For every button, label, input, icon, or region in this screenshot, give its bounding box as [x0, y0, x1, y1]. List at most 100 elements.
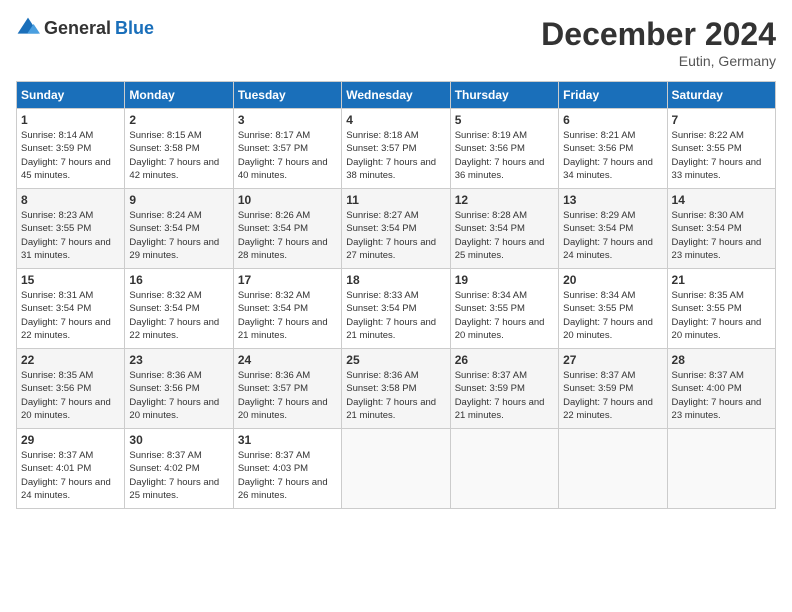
empty-cell [342, 429, 450, 509]
day-cell-9: 9 Sunrise: 8:24 AMSunset: 3:54 PMDayligh… [125, 189, 233, 269]
day-cell-14: 14 Sunrise: 8:30 AMSunset: 3:54 PMDaylig… [667, 189, 775, 269]
day-cell-25: 25 Sunrise: 8:36 AMSunset: 3:58 PMDaylig… [342, 349, 450, 429]
day-cell-19: 19 Sunrise: 8:34 AMSunset: 3:55 PMDaylig… [450, 269, 558, 349]
day-number: 24 [238, 353, 337, 367]
day-number: 10 [238, 193, 337, 207]
header-sunday: Sunday [17, 82, 125, 109]
day-info: Sunrise: 8:28 AMSunset: 3:54 PMDaylight:… [455, 210, 545, 261]
day-cell-2: 2 Sunrise: 8:15 AMSunset: 3:58 PMDayligh… [125, 109, 233, 189]
day-cell-6: 6 Sunrise: 8:21 AMSunset: 3:56 PMDayligh… [559, 109, 667, 189]
day-number: 23 [129, 353, 228, 367]
day-cell-8: 8 Sunrise: 8:23 AMSunset: 3:55 PMDayligh… [17, 189, 125, 269]
day-number: 2 [129, 113, 228, 127]
empty-cell [450, 429, 558, 509]
day-info: Sunrise: 8:27 AMSunset: 3:54 PMDaylight:… [346, 210, 436, 261]
page-header: GeneralBlue December 2024 Eutin, Germany [16, 16, 776, 69]
day-number: 28 [672, 353, 771, 367]
day-info: Sunrise: 8:32 AMSunset: 3:54 PMDaylight:… [129, 290, 219, 341]
day-number: 14 [672, 193, 771, 207]
day-number: 31 [238, 433, 337, 447]
empty-cell [667, 429, 775, 509]
day-number: 12 [455, 193, 554, 207]
calendar-row-2: 8 Sunrise: 8:23 AMSunset: 3:55 PMDayligh… [17, 189, 776, 269]
day-number: 5 [455, 113, 554, 127]
day-info: Sunrise: 8:18 AMSunset: 3:57 PMDaylight:… [346, 130, 436, 181]
header-monday: Monday [125, 82, 233, 109]
logo-icon [16, 16, 40, 40]
calendar-header-row: Sunday Monday Tuesday Wednesday Thursday… [17, 82, 776, 109]
day-info: Sunrise: 8:36 AMSunset: 3:57 PMDaylight:… [238, 370, 328, 421]
day-cell-21: 21 Sunrise: 8:35 AMSunset: 3:55 PMDaylig… [667, 269, 775, 349]
calendar: Sunday Monday Tuesday Wednesday Thursday… [16, 81, 776, 509]
day-number: 20 [563, 273, 662, 287]
header-saturday: Saturday [667, 82, 775, 109]
day-info: Sunrise: 8:34 AMSunset: 3:55 PMDaylight:… [455, 290, 545, 341]
day-info: Sunrise: 8:30 AMSunset: 3:54 PMDaylight:… [672, 210, 762, 261]
day-number: 4 [346, 113, 445, 127]
day-number: 7 [672, 113, 771, 127]
day-number: 13 [563, 193, 662, 207]
day-cell-3: 3 Sunrise: 8:17 AMSunset: 3:57 PMDayligh… [233, 109, 341, 189]
day-cell-28: 28 Sunrise: 8:37 AMSunset: 4:00 PMDaylig… [667, 349, 775, 429]
day-cell-29: 29 Sunrise: 8:37 AMSunset: 4:01 PMDaylig… [17, 429, 125, 509]
day-number: 29 [21, 433, 120, 447]
day-info: Sunrise: 8:37 AMSunset: 3:59 PMDaylight:… [563, 370, 653, 421]
day-number: 9 [129, 193, 228, 207]
day-cell-12: 12 Sunrise: 8:28 AMSunset: 3:54 PMDaylig… [450, 189, 558, 269]
day-cell-13: 13 Sunrise: 8:29 AMSunset: 3:54 PMDaylig… [559, 189, 667, 269]
day-number: 1 [21, 113, 120, 127]
day-cell-23: 23 Sunrise: 8:36 AMSunset: 3:56 PMDaylig… [125, 349, 233, 429]
day-number: 21 [672, 273, 771, 287]
day-cell-11: 11 Sunrise: 8:27 AMSunset: 3:54 PMDaylig… [342, 189, 450, 269]
day-info: Sunrise: 8:22 AMSunset: 3:55 PMDaylight:… [672, 130, 762, 181]
calendar-row-1: 1 Sunrise: 8:14 AMSunset: 3:59 PMDayligh… [17, 109, 776, 189]
day-info: Sunrise: 8:19 AMSunset: 3:56 PMDaylight:… [455, 130, 545, 181]
day-cell-24: 24 Sunrise: 8:36 AMSunset: 3:57 PMDaylig… [233, 349, 341, 429]
day-cell-22: 22 Sunrise: 8:35 AMSunset: 3:56 PMDaylig… [17, 349, 125, 429]
day-cell-26: 26 Sunrise: 8:37 AMSunset: 3:59 PMDaylig… [450, 349, 558, 429]
day-info: Sunrise: 8:23 AMSunset: 3:55 PMDaylight:… [21, 210, 111, 261]
day-number: 6 [563, 113, 662, 127]
day-info: Sunrise: 8:37 AMSunset: 4:00 PMDaylight:… [672, 370, 762, 421]
header-tuesday: Tuesday [233, 82, 341, 109]
day-cell-18: 18 Sunrise: 8:33 AMSunset: 3:54 PMDaylig… [342, 269, 450, 349]
header-thursday: Thursday [450, 82, 558, 109]
day-number: 17 [238, 273, 337, 287]
day-cell-1: 1 Sunrise: 8:14 AMSunset: 3:59 PMDayligh… [17, 109, 125, 189]
day-info: Sunrise: 8:26 AMSunset: 3:54 PMDaylight:… [238, 210, 328, 261]
day-info: Sunrise: 8:33 AMSunset: 3:54 PMDaylight:… [346, 290, 436, 341]
day-number: 18 [346, 273, 445, 287]
calendar-row-3: 15 Sunrise: 8:31 AMSunset: 3:54 PMDaylig… [17, 269, 776, 349]
day-cell-16: 16 Sunrise: 8:32 AMSunset: 3:54 PMDaylig… [125, 269, 233, 349]
day-number: 30 [129, 433, 228, 447]
header-wednesday: Wednesday [342, 82, 450, 109]
day-number: 25 [346, 353, 445, 367]
day-info: Sunrise: 8:29 AMSunset: 3:54 PMDaylight:… [563, 210, 653, 261]
day-info: Sunrise: 8:37 AMSunset: 4:02 PMDaylight:… [129, 450, 219, 501]
day-cell-10: 10 Sunrise: 8:26 AMSunset: 3:54 PMDaylig… [233, 189, 341, 269]
location: Eutin, Germany [541, 53, 776, 69]
day-info: Sunrise: 8:17 AMSunset: 3:57 PMDaylight:… [238, 130, 328, 181]
day-info: Sunrise: 8:36 AMSunset: 3:58 PMDaylight:… [346, 370, 436, 421]
day-cell-20: 20 Sunrise: 8:34 AMSunset: 3:55 PMDaylig… [559, 269, 667, 349]
day-info: Sunrise: 8:37 AMSunset: 4:01 PMDaylight:… [21, 450, 111, 501]
day-cell-17: 17 Sunrise: 8:32 AMSunset: 3:54 PMDaylig… [233, 269, 341, 349]
day-info: Sunrise: 8:37 AMSunset: 3:59 PMDaylight:… [455, 370, 545, 421]
day-cell-15: 15 Sunrise: 8:31 AMSunset: 3:54 PMDaylig… [17, 269, 125, 349]
day-cell-4: 4 Sunrise: 8:18 AMSunset: 3:57 PMDayligh… [342, 109, 450, 189]
day-number: 27 [563, 353, 662, 367]
calendar-row-5: 29 Sunrise: 8:37 AMSunset: 4:01 PMDaylig… [17, 429, 776, 509]
day-info: Sunrise: 8:35 AMSunset: 3:55 PMDaylight:… [672, 290, 762, 341]
day-cell-7: 7 Sunrise: 8:22 AMSunset: 3:55 PMDayligh… [667, 109, 775, 189]
day-info: Sunrise: 8:37 AMSunset: 4:03 PMDaylight:… [238, 450, 328, 501]
day-cell-27: 27 Sunrise: 8:37 AMSunset: 3:59 PMDaylig… [559, 349, 667, 429]
day-number: 22 [21, 353, 120, 367]
month-title: December 2024 [541, 16, 776, 53]
day-info: Sunrise: 8:31 AMSunset: 3:54 PMDaylight:… [21, 290, 111, 341]
logo: GeneralBlue [16, 16, 154, 40]
day-number: 16 [129, 273, 228, 287]
day-cell-30: 30 Sunrise: 8:37 AMSunset: 4:02 PMDaylig… [125, 429, 233, 509]
header-friday: Friday [559, 82, 667, 109]
day-number: 19 [455, 273, 554, 287]
day-info: Sunrise: 8:21 AMSunset: 3:56 PMDaylight:… [563, 130, 653, 181]
